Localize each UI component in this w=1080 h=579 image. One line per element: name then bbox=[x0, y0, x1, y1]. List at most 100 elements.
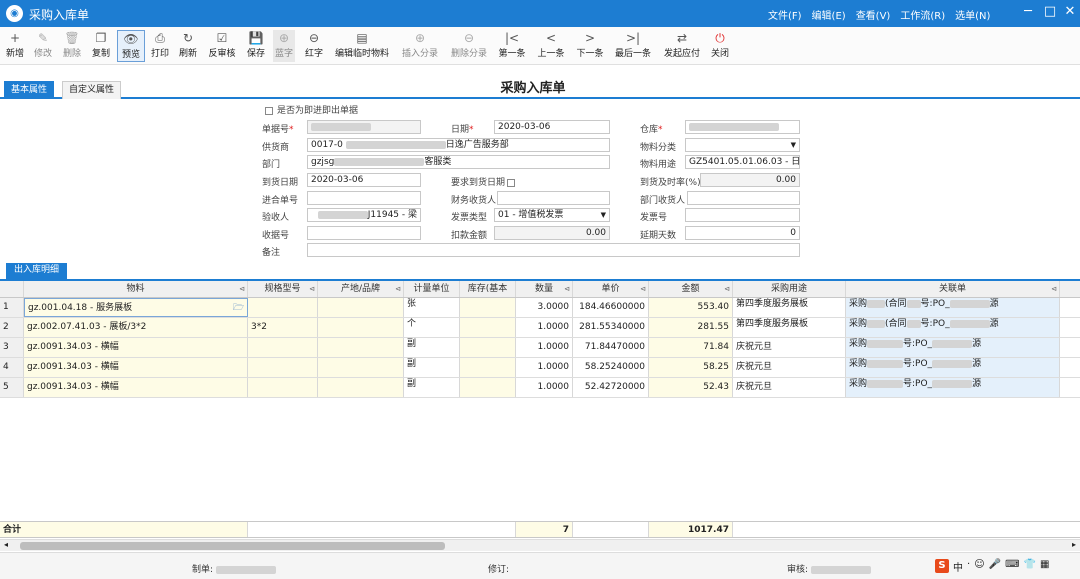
menu-file[interactable]: 文件(F) bbox=[768, 7, 802, 22]
inspector-field[interactable]: J11945 - 梁 bbox=[307, 208, 421, 222]
delay-days-field[interactable]: 0 bbox=[685, 226, 800, 240]
plus-circle-icon: ⊕ bbox=[414, 31, 426, 45]
edit-icon: ✎ bbox=[37, 31, 49, 45]
scroll-left-icon[interactable]: ◂ bbox=[4, 540, 8, 549]
audit-label: 审核: bbox=[787, 562, 871, 575]
req-arrival-field[interactable] bbox=[494, 173, 610, 187]
blue-word-button[interactable]: ⊕ 蓝字 bbox=[273, 30, 295, 62]
close-icon[interactable]: ✕ bbox=[1062, 4, 1078, 20]
minus-circle-icon: ⊖ bbox=[463, 31, 475, 45]
col-origin[interactable]: 产地/品牌 ⊲ bbox=[318, 281, 404, 297]
chevron-down-icon: ▼ bbox=[790, 141, 796, 149]
table-row[interactable]: 3 gz.0091.34.03 - 横幅 副 1.0000 71.8447000… bbox=[0, 338, 1080, 358]
edit-temp-material-button[interactable]: ▤ 编辑临时物料 bbox=[333, 30, 391, 62]
minimize-icon[interactable]: ─ bbox=[1020, 4, 1036, 20]
tab-custom[interactable]: 自定义属性 bbox=[62, 81, 122, 99]
deduct-field[interactable]: 0.00 bbox=[494, 226, 610, 240]
pin-icon: ⊲ bbox=[395, 285, 401, 293]
check-icon: ☑ bbox=[216, 31, 228, 45]
invoice-no-field[interactable] bbox=[685, 208, 800, 222]
scroll-right-icon[interactable]: ▸ bbox=[1072, 540, 1076, 549]
toolbox-icon[interactable]: ▦ bbox=[1040, 559, 1049, 574]
contract-field[interactable] bbox=[307, 191, 421, 205]
unaudit-button[interactable]: ☑ 反审核 bbox=[207, 30, 237, 62]
delete-entry-button[interactable]: ⊖ 删除分录 bbox=[449, 30, 489, 62]
tab-basic[interactable]: 基本属性 bbox=[4, 81, 55, 99]
title-bar: ◉ 采购入库单 文件(F) 编辑(E) 查看(V) 工作流(R) 选单(N) ─… bbox=[0, 0, 1080, 27]
dept-field[interactable]: gzjsg 客服类 bbox=[307, 155, 610, 169]
col-stock[interactable]: 库存(基本 bbox=[460, 281, 516, 297]
first-record-button[interactable]: |< 第一条 bbox=[497, 30, 527, 62]
printer-icon: ⎙ bbox=[155, 31, 165, 45]
dept-receiver-field[interactable] bbox=[687, 191, 800, 205]
bill-no-field[interactable] bbox=[307, 120, 421, 134]
tab-inout-detail[interactable]: 出入库明细 bbox=[6, 263, 68, 279]
col-price[interactable]: 单价 ⊲ bbox=[573, 281, 649, 297]
horizontal-scrollbar[interactable]: ◂ ▸ bbox=[0, 539, 1080, 551]
add-button[interactable]: + 新增 bbox=[4, 30, 26, 62]
remark-field[interactable] bbox=[307, 243, 800, 257]
menu-view[interactable]: 查看(V) bbox=[856, 7, 891, 22]
material-class-select[interactable]: ▼ bbox=[685, 138, 800, 152]
initiate-payable-button[interactable]: ⇄ 发起应付 bbox=[662, 30, 702, 62]
skin-icon[interactable]: 👕 bbox=[1024, 559, 1036, 574]
dept-label: 部门 bbox=[262, 160, 281, 170]
supplier-field[interactable]: 0017-0 日逸广告服务部 bbox=[307, 138, 610, 152]
chevron-down-icon: ▼ bbox=[600, 211, 606, 219]
edit-button[interactable]: ✎ 修改 bbox=[32, 30, 54, 62]
folder-icon: 🗁 bbox=[232, 303, 244, 313]
quick-inout-checkbox[interactable]: 是否为即进即出单据 bbox=[265, 103, 358, 116]
copy-button[interactable]: ❐ 复制 bbox=[90, 30, 112, 62]
menu-edit[interactable]: 编辑(E) bbox=[812, 7, 846, 22]
maximize-icon[interactable]: □ bbox=[1042, 4, 1058, 20]
col-amount[interactable]: 金额 ⊲ bbox=[649, 281, 733, 297]
next-record-button[interactable]: > 下一条 bbox=[575, 30, 605, 62]
insert-entry-button[interactable]: ⊕ 插入分录 bbox=[400, 30, 440, 62]
col-spec[interactable]: 规格型号 ⊲ bbox=[248, 281, 318, 297]
table-row[interactable]: 4 gz.0091.34.03 - 横幅 副 1.0000 58.2524000… bbox=[0, 358, 1080, 378]
trash-icon: 🗑 bbox=[64, 31, 80, 45]
red-word-button[interactable]: ⊖ 红字 bbox=[303, 30, 325, 62]
col-material[interactable]: 物料 ⊲ bbox=[24, 281, 248, 297]
arrival-date-label: 到货日期 bbox=[262, 178, 299, 188]
col-linked-bill[interactable]: 关联单 ⊲ bbox=[846, 281, 1060, 297]
finance-receiver-field[interactable] bbox=[497, 191, 610, 205]
close-button[interactable]: ⏻ 关闭 bbox=[709, 30, 731, 62]
refresh-button[interactable]: ↻ 刷新 bbox=[177, 30, 199, 62]
window-title: 采购入库单 bbox=[29, 8, 90, 22]
logo-icon: ◉ bbox=[6, 5, 23, 22]
date-field[interactable]: 2020-03-06 bbox=[494, 120, 610, 134]
warehouse-field[interactable] bbox=[685, 120, 800, 134]
microphone-icon[interactable]: 🎤 bbox=[989, 559, 1001, 574]
scroll-thumb[interactable] bbox=[20, 542, 445, 550]
col-unit[interactable]: 计量单位 bbox=[404, 281, 460, 297]
delete-button[interactable]: 🗑 删除 bbox=[61, 30, 83, 62]
print-button[interactable]: ⎙ 打印 bbox=[149, 30, 171, 62]
col-qty[interactable]: 数量 ⊲ bbox=[516, 281, 573, 297]
col-purpose[interactable]: 采购用途 bbox=[733, 281, 846, 297]
invoice-type-select[interactable]: 01 - 增值税发票 ▼ bbox=[494, 208, 610, 222]
table-row[interactable]: 2 gz.002.07.41.03 - 展板/3*2 3*2 个 1.0000 … bbox=[0, 318, 1080, 338]
arrival-date-field[interactable]: 2020-03-06 bbox=[307, 173, 421, 187]
pin-icon: ⊲ bbox=[309, 285, 315, 293]
material-use-field[interactable]: GZ5401.05.01.06.03 - 日 bbox=[685, 155, 800, 169]
receipt-no-field[interactable] bbox=[307, 226, 421, 240]
ime-chinese-icon[interactable]: 中 bbox=[953, 559, 963, 574]
punctuation-icon[interactable]: · bbox=[967, 559, 970, 574]
ontime-rate-field[interactable]: 0.00 bbox=[700, 173, 800, 187]
checkbox-icon[interactable] bbox=[265, 106, 273, 115]
table-row[interactable]: 5 gz.0091.34.03 - 横幅 副 1.0000 52.4272000… bbox=[0, 378, 1080, 398]
menu-bar: 文件(F) 编辑(E) 查看(V) 工作流(R) 选单(N) bbox=[768, 7, 990, 22]
contract-label: 进合单号 bbox=[262, 196, 299, 206]
menu-select[interactable]: 选单(N) bbox=[955, 7, 990, 22]
emoji-icon[interactable]: ☺ bbox=[974, 559, 984, 574]
keyboard-icon[interactable]: ⌨ bbox=[1005, 559, 1019, 574]
sogou-icon[interactable]: S bbox=[935, 559, 949, 573]
menu-workflow[interactable]: 工作流(R) bbox=[900, 7, 945, 22]
save-button[interactable]: 💾 保存 bbox=[245, 30, 267, 62]
preview-button[interactable]: 👁 预览 bbox=[117, 30, 145, 62]
warehouse-label: 仓库* bbox=[640, 125, 663, 135]
prev-record-button[interactable]: < 上一条 bbox=[536, 30, 566, 62]
last-record-button[interactable]: >| 最后一条 bbox=[613, 30, 653, 62]
table-row[interactable]: 1 gz.001.04.18 - 服务展板 🗁 张 3.0000 184.4660… bbox=[0, 298, 1080, 318]
